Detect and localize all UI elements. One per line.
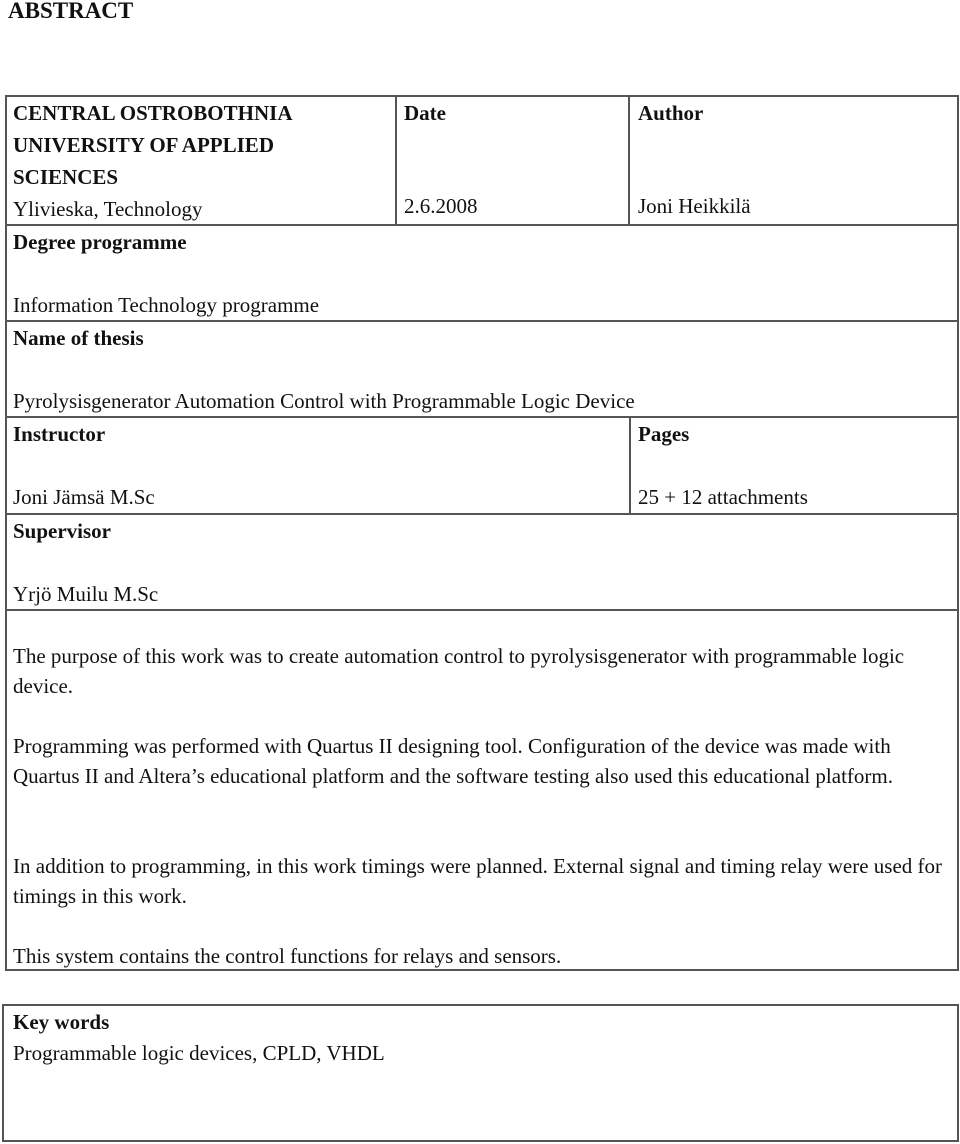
degree-programme-value: Information Technology programme (13, 293, 320, 317)
date-value: 2.6.2008 (404, 194, 478, 218)
abstract-paragraph: This system contains the control functio… (13, 944, 562, 968)
pages-label: Pages (638, 422, 690, 446)
instructor-label: Instructor (13, 422, 106, 446)
page-title: ABSTRACT (8, 0, 134, 23)
keywords-label: Key words (13, 1010, 110, 1034)
abstract-paragraph: Programming was performed with Quartus I… (13, 734, 893, 788)
keywords-border-right (957, 1004, 959, 1142)
column-divider-author (628, 95, 630, 225)
abstract-paragraph: The purpose of this work was to create a… (13, 644, 905, 698)
keywords-border-top (2, 1004, 959, 1006)
thesis-name-value: Pyrolysisgenerator Automation Control wi… (13, 389, 635, 413)
table-border-right (957, 95, 959, 971)
supervisor-value: Yrjö Muilu M.Sc (13, 582, 159, 606)
institution-name-line: SCIENCES (13, 165, 119, 189)
keywords-value: Programmable logic devices, CPLD, VHDL (13, 1041, 385, 1065)
keywords-border-bottom (2, 1140, 959, 1142)
row-divider (5, 513, 959, 515)
date-label: Date (404, 101, 446, 125)
institution-cell: CENTRAL OSTROBOTHNIA UNIVERSITY OF APPLI… (13, 97, 292, 225)
abstract-paragraph: In addition to programming, in this work… (13, 854, 943, 908)
thesis-name-label: Name of thesis (13, 326, 144, 350)
institution-unit: Ylivieska, Technology (13, 197, 203, 221)
institution-name-line: CENTRAL OSTROBOTHNIA (13, 101, 293, 125)
author-label: Author (638, 101, 704, 125)
column-divider-pages (629, 416, 631, 514)
pages-value: 25 + 12 attachments (638, 485, 808, 509)
keywords-border-left (2, 1004, 4, 1142)
column-divider-date (395, 95, 397, 225)
table-border-left (5, 95, 7, 971)
instructor-value: Joni Jämsä M.Sc (13, 485, 155, 509)
supervisor-label: Supervisor (13, 519, 112, 543)
institution-name-line: UNIVERSITY OF APPLIED (13, 133, 274, 157)
author-value: Joni Heikkilä (638, 194, 751, 218)
degree-programme-label: Degree programme (13, 230, 187, 254)
